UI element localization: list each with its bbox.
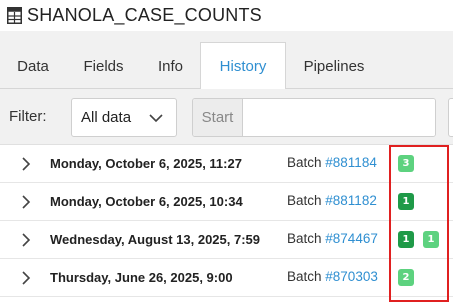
start-addon: Start	[193, 99, 243, 136]
history-row[interactable]: Thursday, June 26, 2025, 9:00 Batch #870…	[0, 259, 453, 297]
history-date: Wednesday, August 13, 2025, 7:59	[50, 232, 261, 247]
title-bar: SHANOLA_CASE_COUNTS	[0, 0, 453, 31]
filter-bar: Filter: All data Start	[0, 89, 453, 145]
chevron-right-icon[interactable]	[21, 232, 31, 248]
filter-label: Filter:	[9, 108, 47, 125]
count-badge: 1	[398, 231, 414, 248]
history-row[interactable]: Wednesday, August 13, 2025, 7:59 Batch #…	[0, 221, 453, 259]
filter-select-value: All data	[81, 109, 132, 126]
count-badge: 2	[398, 269, 414, 286]
tab-history[interactable]: History	[200, 42, 286, 90]
batch-label: Batch #881182	[287, 193, 377, 208]
tab-data[interactable]: Data	[0, 42, 66, 90]
table-icon	[7, 7, 22, 24]
page-title: SHANOLA_CASE_COUNTS	[27, 5, 262, 25]
tab-fields[interactable]: Fields	[66, 42, 141, 90]
history-row[interactable]: Monday, October 6, 2025, 11:27 Batch #88…	[0, 145, 453, 183]
batch-link[interactable]: #881184	[325, 155, 377, 170]
batch-link[interactable]: #870303	[325, 269, 378, 284]
count-badge: 1	[398, 193, 414, 210]
chevron-right-icon[interactable]	[21, 194, 31, 210]
tab-bar: Data Fields Info History Pipelines	[0, 31, 453, 90]
chevron-right-icon[interactable]	[21, 270, 31, 286]
tab-info[interactable]: Info	[141, 42, 200, 90]
batch-label: Batch #881184	[287, 155, 377, 170]
count-badge: 1	[423, 231, 439, 248]
batch-label: Batch #874467	[287, 231, 378, 246]
start-field: Start	[192, 98, 436, 137]
start-input[interactable]	[244, 99, 435, 136]
batch-link[interactable]: #881182	[325, 193, 377, 208]
history-row[interactable]: Monday, October 6, 2025, 10:34 Batch #88…	[0, 183, 453, 221]
end-field[interactable]	[448, 98, 453, 137]
history-date: Monday, October 6, 2025, 10:34	[50, 194, 243, 209]
filter-select[interactable]: All data	[71, 98, 177, 137]
count-badge: 3	[398, 155, 414, 172]
history-date: Thursday, June 26, 2025, 9:00	[50, 270, 233, 285]
batch-link[interactable]: #874467	[325, 231, 378, 246]
chevron-down-icon	[149, 114, 163, 123]
batch-label: Batch #870303	[287, 269, 378, 284]
tab-pipelines[interactable]: Pipelines	[286, 42, 382, 90]
history-date: Monday, October 6, 2025, 11:27	[50, 156, 242, 171]
chevron-right-icon[interactable]	[21, 156, 31, 172]
